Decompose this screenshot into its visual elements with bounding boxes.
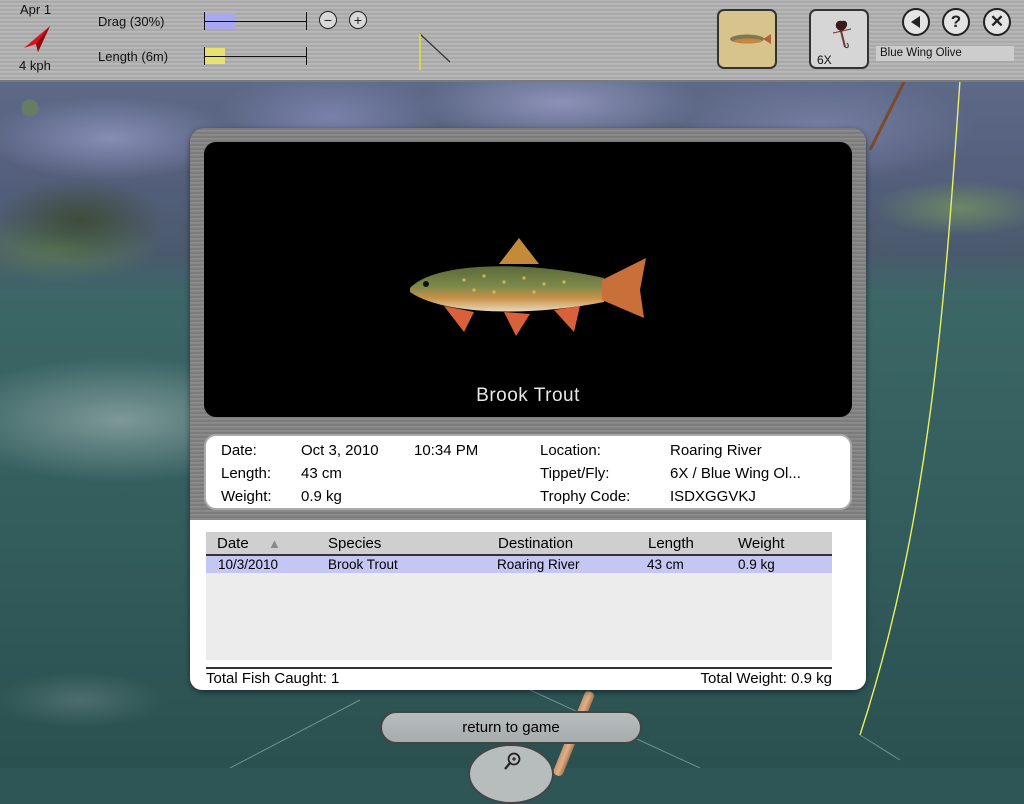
- length-slider[interactable]: [204, 45, 308, 67]
- zoom-button[interactable]: [468, 744, 554, 804]
- top-hud-bar: Apr 1 4 kph Drag (30%) − + Length (6m) 6…: [0, 0, 1024, 82]
- totals-bar: Total Fish Caught: 1 Total Weight: 0.9 k…: [206, 667, 832, 689]
- catch-details-panel: Date: Oct 3, 2010 10:34 PM Length: 43 cm…: [204, 434, 852, 510]
- back-button[interactable]: [902, 8, 930, 36]
- catch-log-panel: Date ▲ Species Destination Length Weight…: [190, 520, 866, 690]
- table-header: Date ▲ Species Destination Length Weight: [206, 532, 832, 556]
- cell-length: 43 cm: [647, 557, 684, 572]
- weight-detail-value: 0.9 kg: [301, 488, 342, 505]
- column-header-destination[interactable]: Destination: [498, 535, 573, 552]
- date-readout: Apr 1: [20, 2, 52, 17]
- drag-slider[interactable]: [204, 10, 308, 32]
- close-button[interactable]: ✕: [983, 8, 1011, 36]
- table-row[interactable]: 10/3/2010 Brook Trout Roaring River 43 c…: [206, 556, 832, 573]
- drag-increase-button[interactable]: +: [349, 11, 367, 29]
- compass-arrow-icon: [24, 26, 50, 52]
- tippet-fly-value: 6X / Blue Wing Ol...: [670, 465, 801, 482]
- length-slider-track: [204, 56, 307, 57]
- cell-weight: 0.9 kg: [738, 557, 775, 572]
- fishing-line: [859, 79, 961, 736]
- catch-log-table: Date ▲ Species Destination Length Weight…: [206, 532, 832, 660]
- drag-label: Drag (30%): [98, 14, 165, 29]
- fish-photo-panel: Brook Trout: [204, 142, 852, 417]
- back-arrow-icon: [911, 16, 920, 28]
- trophy-code-value: ISDXGGVKJ: [670, 488, 756, 505]
- length-detail-value: 43 cm: [301, 465, 342, 482]
- tippet-fly-label: Tippet/Fly:: [540, 465, 610, 482]
- length-label: Length (6m): [98, 49, 169, 64]
- zoom-magnifier-icon: [504, 752, 521, 770]
- question-icon: ?: [950, 12, 962, 31]
- drag-slider-track: [204, 21, 307, 22]
- drag-slider-end: [306, 12, 307, 30]
- rod-tip: [868, 79, 907, 151]
- close-icon: ✕: [989, 12, 1005, 31]
- location-label: Location:: [540, 442, 601, 459]
- drag-decrease-button[interactable]: −: [319, 11, 337, 29]
- time-value: 10:34 PM: [414, 442, 479, 459]
- column-header-date[interactable]: Date: [217, 535, 249, 552]
- trout-icon: [730, 34, 771, 44]
- sort-ascending-icon: ▲: [268, 536, 281, 551]
- fly-icon: [832, 20, 852, 49]
- catch-log-dialog: Brook Trout Date: Oct 3, 2010 10:34 PM L…: [190, 128, 866, 690]
- speed-readout: 4 kph: [19, 58, 51, 73]
- cell-species: Brook Trout: [328, 557, 398, 572]
- brook-trout-image: [410, 238, 646, 336]
- length-detail-label: Length:: [221, 465, 272, 482]
- fish-log-button[interactable]: [717, 9, 777, 69]
- fly-name-field: Blue Wing Olive: [876, 46, 1014, 61]
- column-header-weight[interactable]: Weight: [738, 535, 784, 552]
- date-value: Oct 3, 2010: [301, 442, 379, 459]
- location-value: Roaring River: [670, 442, 762, 459]
- fly-selector-button[interactable]: 6X: [809, 9, 869, 69]
- total-weight: Total Weight: 0.9 kg: [700, 670, 832, 687]
- column-header-species[interactable]: Species: [328, 535, 381, 552]
- cell-destination: Roaring River: [497, 557, 580, 572]
- column-header-length[interactable]: Length: [648, 535, 694, 552]
- fish-name: Brook Trout: [476, 385, 580, 406]
- trophy-code-label: Trophy Code:: [540, 488, 631, 505]
- help-button[interactable]: ?: [942, 8, 970, 36]
- date-label: Date:: [221, 442, 257, 459]
- total-fish-caught: Total Fish Caught: 1: [206, 670, 340, 687]
- tension-indicator-icon: [419, 33, 451, 70]
- length-slider-end: [306, 47, 307, 65]
- return-to-game-button[interactable]: return to game: [380, 711, 642, 744]
- weight-detail-label: Weight:: [221, 488, 272, 505]
- tippet-size: 6X: [817, 53, 832, 67]
- cell-date: 10/3/2010: [218, 557, 279, 572]
